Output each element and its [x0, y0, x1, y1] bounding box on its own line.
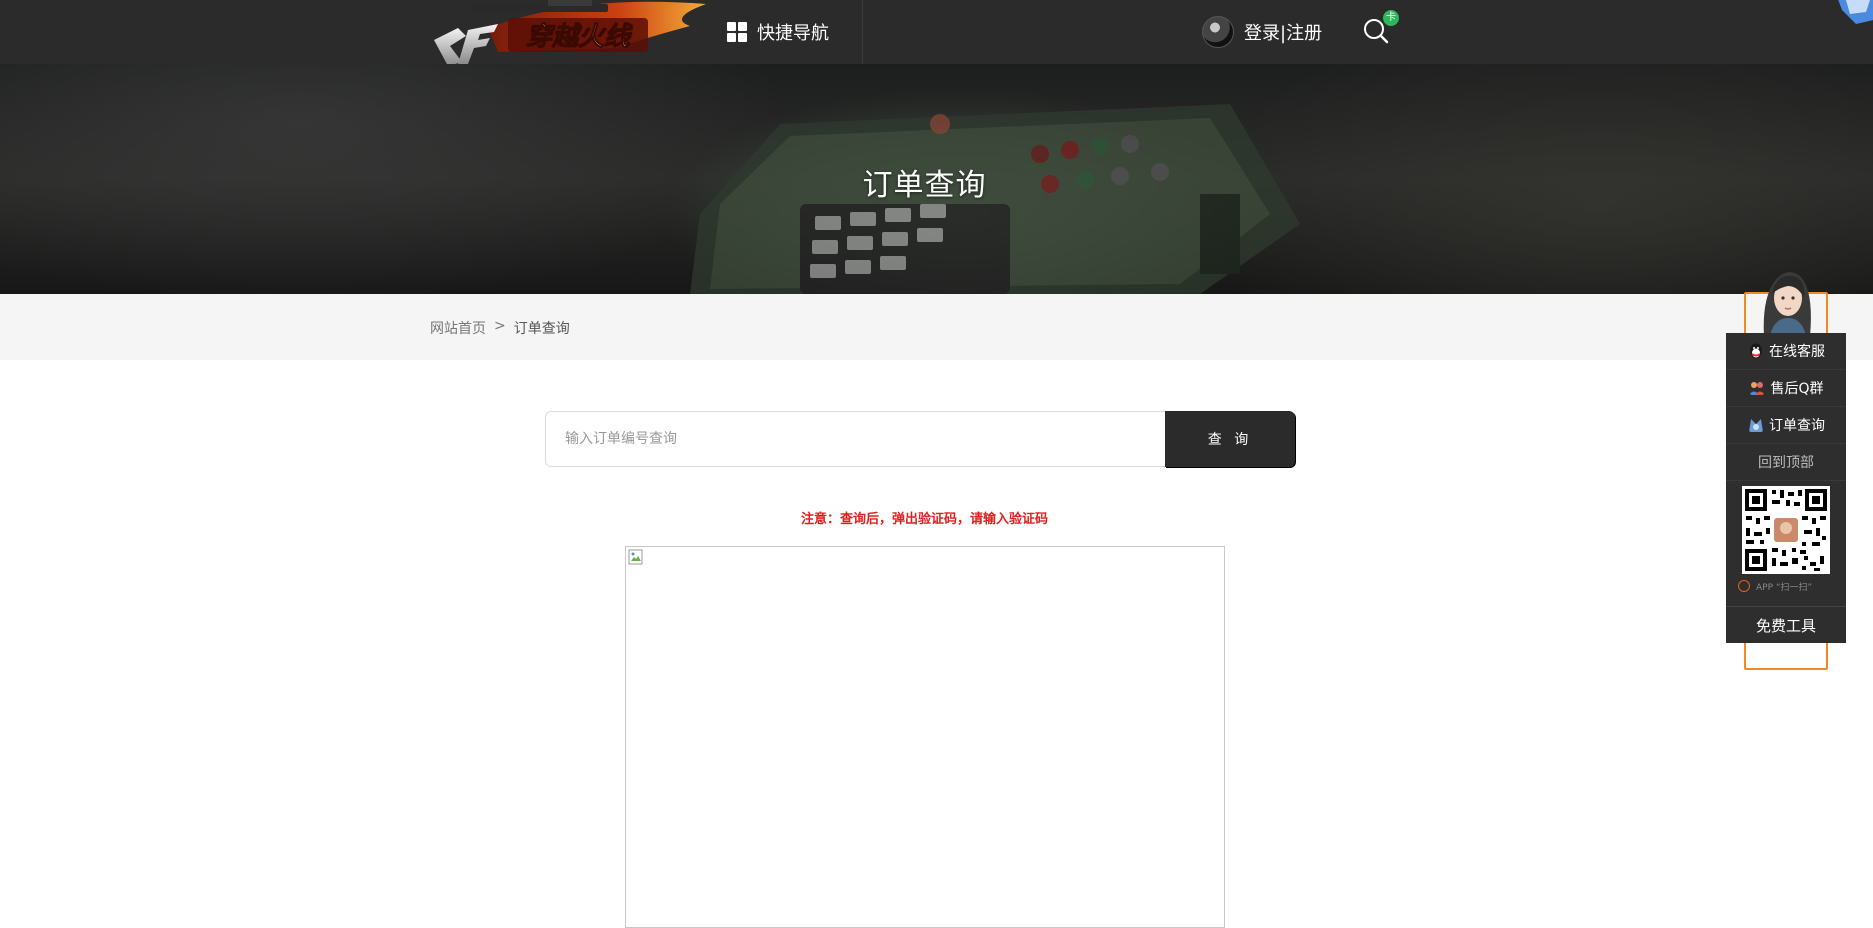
page-title: 订单查询	[862, 168, 987, 203]
order-number-input[interactable]	[545, 411, 1165, 467]
breadcrumb: 网站首页 > 订单查询	[430, 318, 570, 338]
back-to-top-button[interactable]: 回到顶部	[1726, 444, 1846, 481]
order-search-button[interactable]: 查 询	[1165, 411, 1295, 467]
broken-image-icon	[628, 549, 643, 565]
login-register-label: 登录|注册	[1244, 23, 1323, 44]
qr-caption-text: APP “扫一扫”	[1756, 582, 1813, 593]
breadcrumb-current: 订单查询	[513, 321, 570, 337]
qq-penguin-icon	[1750, 343, 1762, 359]
online-service-link[interactable]: 在线客服	[1726, 333, 1846, 370]
free-tools-link[interactable]: 免费工具	[1726, 606, 1846, 643]
corner-ribbon-icon[interactable]	[1836, 0, 1873, 24]
aftersale-group-link[interactable]: 售后Q群	[1726, 370, 1846, 407]
online-service-label: 在线客服	[1769, 344, 1825, 360]
support-character-icon	[1763, 272, 1811, 336]
order-icon	[1749, 419, 1763, 432]
breadcrumb-bar: 网站首页 > 订单查询	[0, 294, 1873, 360]
result-image-frame	[625, 546, 1225, 928]
group-icon	[1749, 382, 1766, 395]
breadcrumb-home-link[interactable]: 网站首页	[430, 318, 486, 338]
grid-icon	[727, 22, 747, 42]
order-query-label: 订单查询	[1769, 418, 1825, 434]
captcha-notice: 注意：查询后，弹出验证码，请输入验证码	[800, 512, 1048, 527]
breadcrumb-separator: >	[494, 318, 506, 334]
app-logo-icon	[1738, 580, 1750, 592]
page-banner: 订单查询	[0, 64, 1873, 294]
order-search-form: 查 询	[545, 411, 1295, 467]
cf-logo[interactable]: 穿越火线	[428, 0, 706, 70]
free-tools-label: 免费工具	[1755, 616, 1816, 635]
order-query-link[interactable]: 订单查询	[1726, 407, 1846, 444]
top-navbar: 穿越火线 快捷导航 登录|注册 卡	[0, 0, 1873, 66]
qr-caption: APP “扫一扫”	[1738, 579, 1838, 593]
app-qr-code	[1742, 486, 1830, 574]
card-badge: 卡	[1383, 10, 1399, 26]
quick-nav-label: 快捷导航	[757, 23, 829, 44]
quick-nav-button[interactable]: 快捷导航	[727, 16, 829, 48]
nav-divider	[862, 0, 863, 64]
back-to-top-label: 回到顶部	[1758, 455, 1814, 471]
aftersale-group-label: 售后Q群	[1770, 381, 1824, 397]
logo-text: 穿越火线	[526, 22, 633, 52]
side-float-panel: 在线客服 售后Q群 订单查询 回到顶部 APP “扫一扫” 免费工具	[1726, 333, 1846, 643]
user-avatar	[1202, 16, 1234, 48]
login-register-link[interactable]: 登录|注册	[1202, 14, 1322, 50]
